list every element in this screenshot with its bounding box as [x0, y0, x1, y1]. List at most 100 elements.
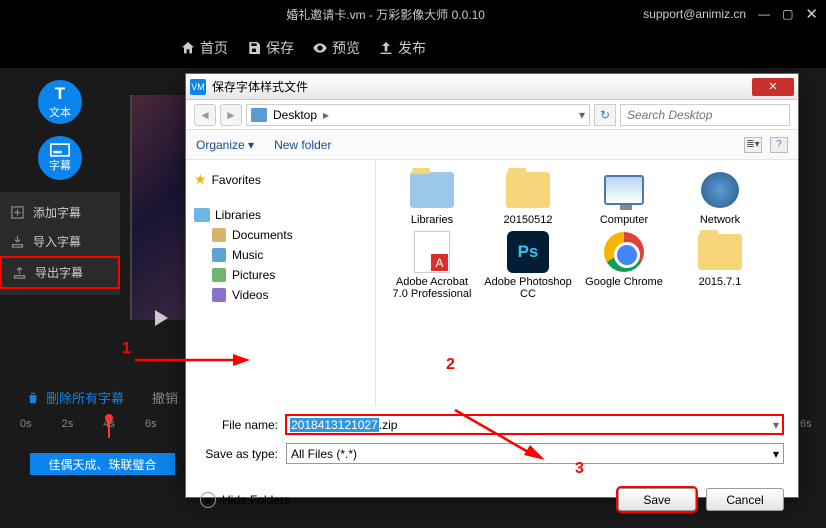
add-subtitle-item[interactable]: 添加字幕 [0, 198, 120, 227]
computer-icon [604, 175, 644, 205]
save-button[interactable]: 保存 [246, 38, 294, 58]
trash-icon [26, 391, 40, 405]
app-toolbar: 首页 保存 预览 发布 [0, 28, 826, 68]
home-label: 首页 [200, 38, 228, 58]
new-folder-button[interactable]: New folder [274, 138, 331, 152]
refresh-button[interactable]: ↻ [594, 104, 616, 126]
music-item[interactable]: Music [192, 245, 369, 265]
tl-end: 6s [800, 418, 812, 430]
subtitle-clip[interactable]: 佳偶天成、珠联璧合 [30, 453, 175, 475]
preview-button[interactable]: 预览 [312, 38, 360, 58]
hide-folders-label: Hide Folders [222, 493, 290, 507]
favorites-section[interactable]: ★ Favorites [192, 168, 369, 191]
subtitle-menu: 添加字幕 导入字幕 导出字幕 [0, 192, 120, 295]
export-subtitle-label: 导出字幕 [35, 264, 83, 281]
photoshop-icon: Ps [507, 231, 549, 273]
help-button[interactable]: ? [770, 137, 788, 153]
text-t-icon: T [55, 84, 65, 104]
organize-menu[interactable]: Organize ▾ [196, 138, 254, 152]
tl-2: 2s [62, 418, 74, 430]
saveastype-select[interactable]: All Files (*.*) ▾ [286, 443, 784, 464]
network-icon [701, 172, 739, 208]
chevron-down-icon: ▾ [248, 138, 254, 152]
desktop-icon [251, 108, 267, 122]
file-chrome[interactable]: Google Chrome [580, 232, 668, 300]
search-input[interactable] [620, 104, 790, 126]
plus-box-icon [10, 205, 25, 220]
filename-ext: .zip [379, 418, 398, 432]
file-network[interactable]: Network [676, 170, 764, 226]
play-icon[interactable] [155, 310, 168, 326]
folder-tree: ★ Favorites Libraries Documents Music Pic… [186, 160, 376, 406]
export-subtitle-item[interactable]: 导出字幕 [0, 256, 120, 289]
delete-all-subtitles[interactable]: 删除所有字幕 [26, 388, 124, 407]
upload-icon [378, 40, 394, 56]
close-app-icon[interactable]: ✕ [805, 5, 818, 23]
chevron-right-icon: ▸ [323, 108, 329, 122]
hide-folders-toggle[interactable]: ▲ Hide Folders [200, 492, 290, 508]
file-folder-1[interactable]: 20150512 [484, 170, 572, 226]
eye-icon [312, 40, 328, 56]
support-link[interactable]: support@animiz.cn [643, 7, 746, 21]
file-computer[interactable]: Computer [580, 170, 668, 226]
save-dialog: VM 保存字体样式文件 ✕ ◄ ► Desktop ▸ ▾ ↻ Organize… [185, 73, 799, 498]
annotation-2: 2 [446, 356, 455, 374]
preview-pane [130, 95, 185, 320]
file-acrobat[interactable]: Adobe Acrobat 7.0 Professional [388, 232, 476, 300]
save-file-button[interactable]: Save [618, 488, 696, 511]
import-icon [10, 234, 25, 249]
saveastype-value: All Files (*.*) [291, 447, 357, 461]
libraries-label: Libraries [215, 208, 261, 222]
app-title: 婚礼邀请卡.vm - 万彩影像大师 0.0.10 [128, 6, 643, 23]
library-icon [194, 208, 210, 222]
folder-icon [506, 172, 550, 208]
save-icon [246, 40, 262, 56]
libraries-folder-icon [410, 172, 454, 208]
file-photoshop[interactable]: PsAdobe Photoshop CC [484, 232, 572, 300]
close-dialog-button[interactable]: ✕ [752, 78, 794, 96]
path-dropdown-icon[interactable]: ▾ [579, 108, 585, 122]
saveastype-label: Save as type: [200, 447, 286, 461]
nav-back-button[interactable]: ◄ [194, 104, 216, 126]
filename-selection: 2018413121027 [290, 418, 379, 432]
subtitle-icon [50, 143, 70, 157]
file-folder-2[interactable]: 2015.7.1 [676, 232, 764, 300]
acrobat-icon [414, 231, 450, 273]
delete-all-label: 删除所有字幕 [46, 388, 124, 407]
home-button[interactable]: 首页 [180, 38, 228, 58]
dialog-navbar: ◄ ► Desktop ▸ ▾ ↻ [186, 100, 798, 130]
documents-item[interactable]: Documents [192, 225, 369, 245]
documents-icon [212, 228, 226, 242]
videos-icon [212, 288, 226, 302]
libraries-section[interactable]: Libraries [192, 205, 369, 225]
file-libraries[interactable]: Libraries [388, 170, 476, 226]
undo-button[interactable]: 撤销 [152, 388, 178, 407]
pictures-item[interactable]: Pictures [192, 265, 369, 285]
import-subtitle-label: 导入字幕 [33, 233, 81, 250]
add-subtitle-label: 添加字幕 [33, 204, 81, 221]
maximize-icon[interactable]: ▢ [782, 7, 793, 21]
cancel-button[interactable]: Cancel [706, 488, 784, 511]
text-tool-label: 文本 [49, 104, 71, 120]
timeline-playhead[interactable] [108, 418, 110, 438]
path-breadcrumb[interactable]: Desktop ▸ ▾ [246, 104, 590, 126]
path-desktop: Desktop [273, 108, 317, 122]
subtitle-clip-label: 佳偶天成、珠联璧合 [48, 456, 156, 473]
import-subtitle-item[interactable]: 导入字幕 [0, 227, 120, 256]
preview-label: 预览 [332, 38, 360, 58]
filename-input[interactable]: 2018413121027.zip ▾ [285, 414, 784, 435]
timeline-ruler: 0s 2s 4s 6s [20, 418, 157, 430]
filename-dropdown-icon[interactable]: ▾ [773, 418, 779, 432]
view-mode-button[interactable]: ≣ ▾ [744, 137, 762, 153]
nav-forward-button[interactable]: ► [220, 104, 242, 126]
videos-item[interactable]: Videos [192, 285, 369, 305]
subtitle-tool-button[interactable]: 字幕 [38, 136, 82, 180]
save-label: 保存 [266, 38, 294, 58]
publish-button[interactable]: 发布 [378, 38, 426, 58]
star-icon: ★ [194, 171, 207, 188]
favorites-label: Favorites [212, 173, 261, 187]
text-tool-button[interactable]: T 文本 [38, 80, 82, 124]
minimize-icon[interactable]: — [758, 7, 770, 21]
pictures-icon [212, 268, 226, 282]
export-icon [12, 265, 27, 280]
